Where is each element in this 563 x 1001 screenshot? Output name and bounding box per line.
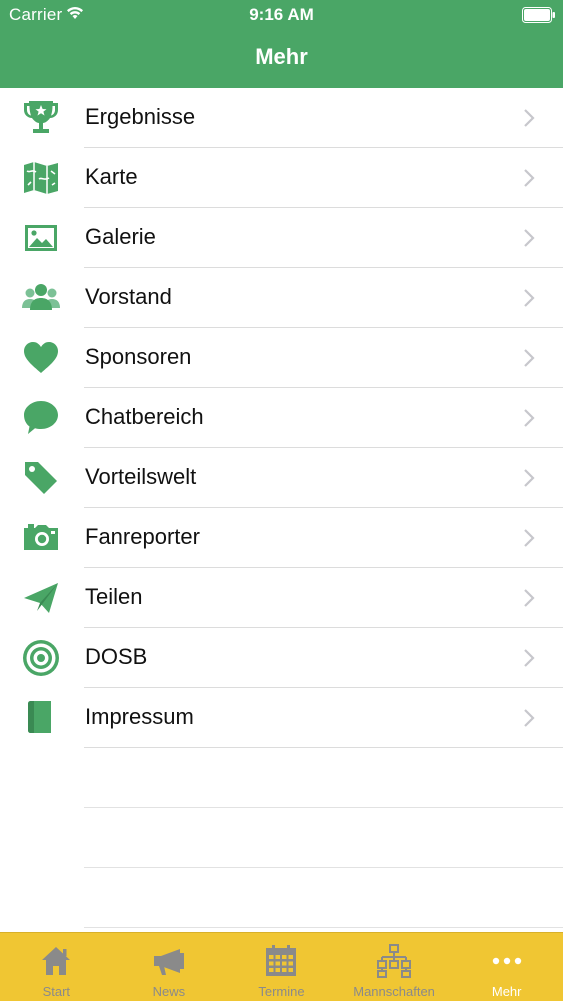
tab-mehr[interactable]: Mehr	[450, 933, 563, 1001]
menu-item-chatbereich[interactable]: Chatbereich	[24, 388, 563, 448]
menu-item-label: Vorstand	[85, 284, 172, 309]
chevron-right-icon	[524, 529, 535, 547]
more-dots-icon	[489, 943, 525, 979]
empty-row	[84, 808, 563, 868]
chevron-right-icon	[524, 709, 535, 727]
menu-item-impressum[interactable]: Impressum	[28, 688, 563, 748]
chevron-right-icon	[524, 649, 535, 667]
menu-item-label: DOSB	[85, 644, 148, 669]
menu-item-dosb[interactable]: DOSB	[23, 628, 563, 688]
tab-label: Start	[42, 984, 71, 999]
tab-label: Termine	[258, 984, 305, 999]
menu-item-label: Ergebnisse	[85, 104, 196, 129]
menu-item-label: Impressum	[85, 704, 194, 729]
tag-icon	[20, 457, 62, 499]
menu-item-fanreporter[interactable]: Fanreporter	[24, 508, 563, 568]
chevron-right-icon	[524, 409, 535, 427]
empty-row	[84, 868, 563, 928]
page-title: Mehr	[255, 44, 308, 69]
menu-item-sponsoren[interactable]: Sponsoren	[24, 328, 563, 388]
tab-label: Mannschaften	[353, 984, 435, 999]
tab-termine[interactable]: Termine	[225, 933, 338, 1001]
chevron-right-icon	[524, 469, 535, 487]
image-icon	[20, 217, 62, 259]
chevron-right-icon	[524, 169, 535, 187]
chat-bubble-icon	[20, 397, 62, 439]
trophy-icon	[20, 97, 62, 139]
menu-item-galerie[interactable]: Galerie	[25, 208, 563, 268]
camera-icon	[20, 517, 62, 559]
org-chart-icon	[376, 943, 412, 979]
menu-item-label: Fanreporter	[85, 524, 200, 549]
top-bar: Carrier 9:16 AM Mehr	[0, 0, 563, 88]
menu-item-label: Galerie	[85, 224, 156, 249]
menu-item-ergebnisse[interactable]: Ergebnisse	[24, 88, 563, 148]
megaphone-icon	[151, 943, 187, 979]
empty-row	[84, 748, 563, 808]
chevron-right-icon	[524, 109, 535, 127]
chevron-right-icon	[524, 349, 535, 367]
menu-item-label: Sponsoren	[85, 344, 192, 369]
people-icon	[20, 277, 62, 319]
chevron-right-icon	[524, 589, 535, 607]
status-bar: Carrier 9:16 AM	[0, 0, 563, 30]
menu-item-label: Vorteilswelt	[85, 464, 197, 489]
tab-start[interactable]: Start	[0, 933, 113, 1001]
home-icon	[38, 943, 74, 979]
menu-item-label: Chatbereich	[85, 404, 204, 429]
chevron-right-icon	[524, 289, 535, 307]
menu-item-teilen[interactable]: Teilen	[24, 568, 563, 628]
tab-mannschaften[interactable]: Mannschaften	[338, 933, 451, 1001]
heart-icon	[20, 337, 62, 379]
menu-item-label: Teilen	[85, 584, 143, 609]
tab-label: Mehr	[491, 984, 522, 999]
battery-icon	[522, 7, 555, 23]
menu-item-vorteilswelt[interactable]: Vorteilswelt	[25, 448, 563, 508]
menu-item-label: Karte	[85, 164, 138, 189]
tab-label: News	[152, 984, 186, 999]
map-icon	[20, 157, 62, 199]
menu-item-vorstand[interactable]: Vorstand	[22, 268, 563, 328]
chevron-right-icon	[524, 229, 535, 247]
paper-plane-icon	[20, 577, 62, 619]
tab-news[interactable]: News	[113, 933, 226, 1001]
tab-bar: Start News Termine Mannschaften Mehr	[0, 932, 563, 1001]
clock: 9:16 AM	[249, 5, 314, 24]
calendar-icon	[263, 943, 299, 979]
target-icon	[20, 637, 62, 679]
menu-list: Ergebnisse Karte Galerie Vorstand Sponso…	[0, 88, 563, 928]
menu-item-karte[interactable]: Karte	[24, 148, 563, 208]
book-icon	[20, 697, 62, 739]
